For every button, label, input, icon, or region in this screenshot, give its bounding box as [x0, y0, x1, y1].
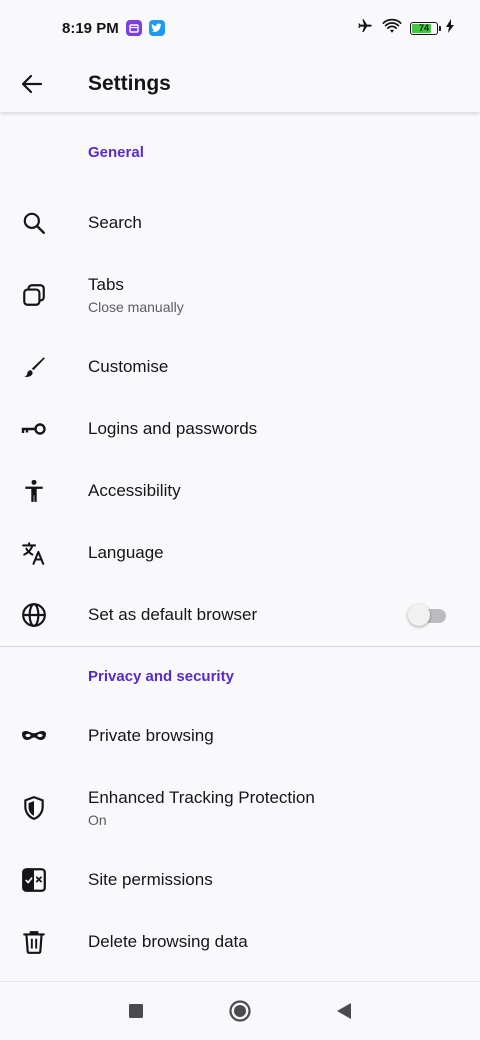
back-triangle-icon — [337, 1003, 351, 1019]
status-time: 8:19 PM — [62, 19, 119, 37]
recents-square-icon — [129, 1004, 143, 1018]
settings-item-site-permissions[interactable]: Site permissions — [0, 849, 480, 911]
page-title: Settings — [88, 72, 171, 95]
translate-icon — [22, 542, 45, 565]
settings-item-tracking-protection[interactable]: Enhanced Tracking Protection On — [0, 767, 480, 849]
settings-item-title: Search — [88, 213, 142, 232]
battery-level: 74 — [418, 23, 429, 33]
settings-item-customise[interactable]: Customise — [0, 336, 480, 398]
section-header-general: General — [88, 143, 144, 161]
settings-item-title: Language — [88, 543, 164, 562]
settings-item-subtitle: Close manually — [88, 299, 184, 315]
brush-icon — [24, 357, 45, 377]
status-bar: 8:19 PM 74 — [0, 0, 480, 56]
system-nav-bar — [0, 981, 480, 1040]
settings-item-title: Enhanced Tracking Protection — [88, 788, 315, 807]
charging-icon — [446, 19, 454, 37]
settings-item-subtitle: On — [88, 812, 107, 828]
settings-item-delete-data[interactable]: Delete browsing data — [0, 911, 480, 973]
settings-item-title: Set as default browser — [88, 605, 258, 624]
toolbar: Settings — [0, 56, 480, 112]
wifi-icon — [382, 18, 402, 38]
settings-item-title: Accessibility — [88, 481, 181, 500]
settings-item-logins[interactable]: Logins and passwords — [0, 398, 480, 460]
airplane-mode-icon — [356, 18, 374, 38]
default-browser-toggle[interactable] — [408, 604, 446, 626]
twitter-app-icon — [148, 20, 165, 36]
calendar-app-icon — [125, 20, 142, 36]
settings-item-title: Site permissions — [88, 870, 213, 889]
mask-icon — [22, 731, 46, 740]
battery-icon: 74 — [410, 21, 441, 35]
settings-item-private-browsing[interactable]: Private browsing — [0, 705, 480, 767]
settings-item-title: Private browsing — [88, 726, 214, 745]
recents-button[interactable] — [121, 996, 151, 1026]
search-icon — [23, 212, 45, 234]
settings-item-search[interactable]: Search — [0, 192, 480, 254]
settings-item-title: Logins and passwords — [88, 419, 258, 438]
section-header-privacy: Privacy and security — [88, 667, 234, 685]
status-bar-right: 74 — [356, 18, 454, 38]
settings-list: General Search Tabs Close manually Custo… — [0, 112, 480, 973]
back-button[interactable] — [0, 56, 88, 112]
settings-item-tabs[interactable]: Tabs Close manually — [0, 254, 480, 336]
nav-back-button[interactable] — [329, 996, 359, 1026]
key-icon — [21, 423, 46, 435]
arrow-left-icon — [21, 74, 43, 94]
status-bar-left: 8:19 PM — [62, 20, 165, 37]
settings-item-title: Delete browsing data — [88, 932, 248, 951]
trash-icon — [23, 931, 45, 954]
accessibility-icon — [25, 479, 43, 502]
settings-item-title: Customise — [88, 357, 169, 376]
home-button[interactable] — [225, 996, 255, 1026]
settings-item-language[interactable]: Language — [0, 522, 480, 584]
shield-icon — [24, 796, 44, 820]
globe-icon — [22, 603, 46, 627]
settings-item-default-browser[interactable]: Set as default browser — [0, 584, 480, 646]
settings-item-title: Tabs — [88, 275, 124, 294]
settings-item-accessibility[interactable]: Accessibility — [0, 460, 480, 522]
permissions-icon — [22, 868, 46, 892]
home-circle-icon — [229, 1000, 251, 1022]
tabs-icon — [23, 284, 45, 306]
